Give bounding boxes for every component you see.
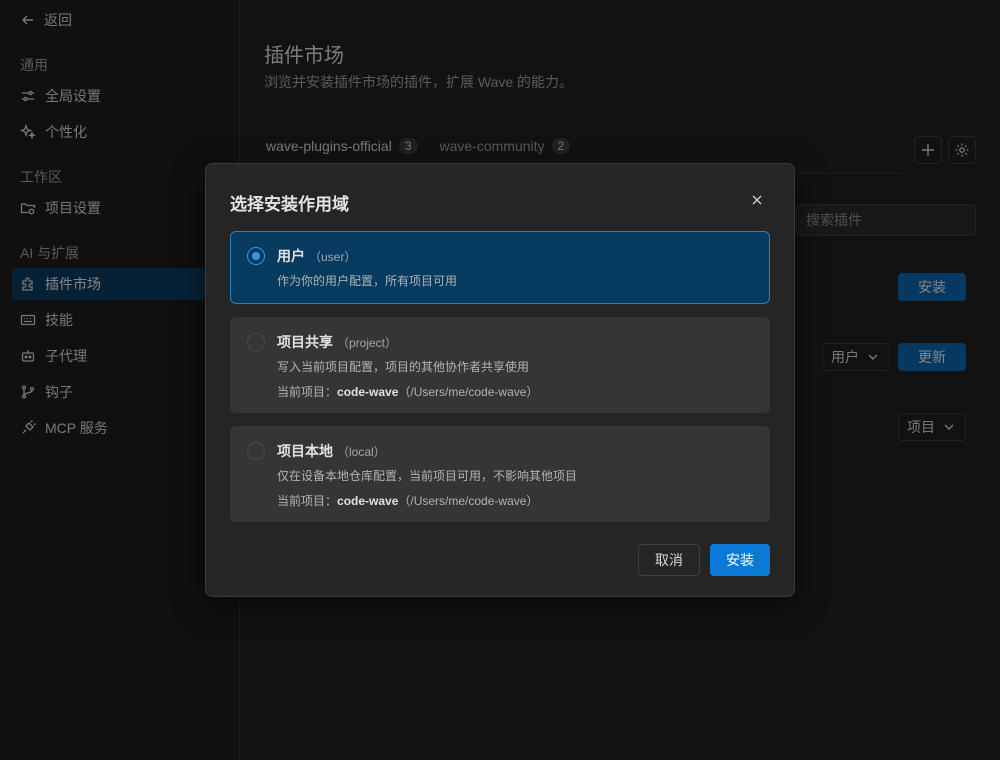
scope-option-local[interactable]: 项目本地 （local） 仅在设备本地仓库配置，当前项目可用，不影响其他项目 当前… [230,426,770,522]
radio-dot [251,251,260,260]
close-button[interactable] [746,189,768,211]
radio-user[interactable] [247,247,265,265]
option-title: 项目本地 （local） [277,443,386,459]
option-description: 写入当前项目配置，项目的其他协作者共享使用 [277,360,530,374]
option-title: 项目共享 （project） [277,334,398,350]
app: 返回 通用 全局设置 个性化 工作区 项目设置 AI 与扩展 插件市场 技能 子… [0,0,1000,760]
close-icon [749,192,765,208]
option-title: 用户 （user） [277,248,357,264]
scope-option-project[interactable]: 项目共享 （project） 写入当前项目配置，项目的其他协作者共享使用 当前项目… [230,317,770,413]
install-button[interactable]: 安装 [710,544,770,576]
current-project: 当前项目：code-wave（/Users/me/code-wave） [277,385,539,399]
radio-project[interactable] [247,333,265,351]
cancel-button[interactable]: 取消 [638,544,700,576]
install-scope-dialog: 选择安装作用域 用户 （user） 作为你的用户配置，所有项目可用 项目共享 （pr… [205,163,795,597]
option-description: 作为你的用户配置，所有项目可用 [277,274,458,288]
scope-option-user[interactable]: 用户 （user） 作为你的用户配置，所有项目可用 [230,231,770,304]
current-project: 当前项目：code-wave（/Users/me/code-wave） [277,494,539,508]
dialog-title: 选择安装作用域 [230,195,349,214]
radio-local[interactable] [247,442,265,460]
option-description: 仅在设备本地仓库配置，当前项目可用，不影响其他项目 [277,469,578,483]
